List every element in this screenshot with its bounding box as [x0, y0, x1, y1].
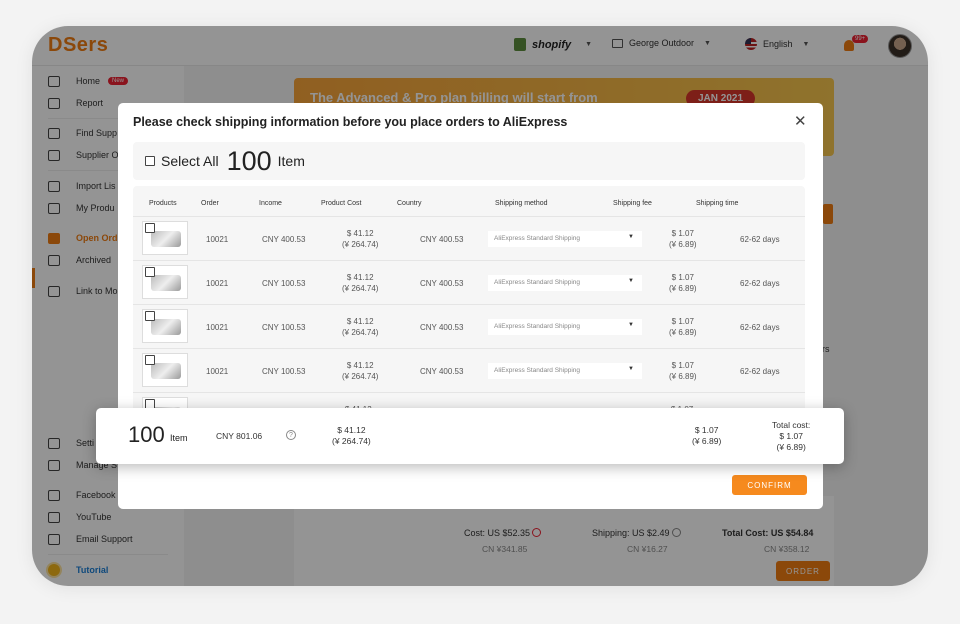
table-row: 10021 CNY 100.53 $ 41.12 (¥ 264.74) CNY 4… [133, 348, 805, 392]
order-number: 10021 [206, 235, 229, 244]
help-icon[interactable]: ? [286, 430, 296, 440]
shipping-fee: $ 1.07 (¥ 6.89) [669, 273, 697, 293]
select-all-unit: Item [277, 153, 305, 169]
chevron-down-icon: ▼ [628, 322, 634, 328]
income: CNY 100.53 [262, 323, 306, 332]
summary-shipping-fee: $ 1.07 (¥ 6.89) [692, 425, 722, 446]
shipping-method-select[interactable]: AliExpress Standard Shipping ▼ [488, 231, 642, 247]
column-header-shipping-fee: Shipping fee [613, 200, 652, 207]
order-number: 10021 [206, 323, 229, 332]
shipping-time: 62-62 days [740, 279, 780, 288]
shipping-method-select[interactable]: AliExpress Standard Shipping ▼ [488, 275, 642, 291]
table-row: 10021 CNY 100.53 $ 41.12 (¥ 264.74) CNY 4… [133, 260, 805, 304]
order-summary-bar: 100 Item CNY 801.06 ? $ 41.12 (¥ 264.74) … [96, 408, 844, 464]
column-header-product-cost: Product Cost [321, 200, 362, 207]
row-checkbox[interactable] [145, 311, 155, 321]
column-header-products: Products [149, 200, 177, 207]
select-all-count: 100 [226, 145, 272, 176]
shipping-fee: $ 1.07 (¥ 6.89) [669, 229, 697, 249]
chevron-down-icon: ▼ [628, 234, 634, 240]
order-number: 10021 [206, 367, 229, 376]
app-window: DSers shopify ▼ George Outdoor ▼ English… [32, 26, 928, 586]
shipping-time: 62-62 days [740, 323, 780, 332]
summary-income: CNY 801.06 [216, 431, 263, 441]
product-cost: $ 41.12 (¥ 264.74) [342, 361, 379, 381]
orders-table: Products Order Income Product Cost Count… [133, 186, 805, 436]
row-checkbox[interactable] [145, 267, 155, 277]
select-all-bar: Select All 100 Item [133, 142, 805, 180]
country: CNY 400.53 [420, 323, 464, 332]
country: CNY 400.53 [420, 367, 464, 376]
shipping-fee: $ 1.07 (¥ 6.89) [669, 317, 697, 337]
income: CNY 400.53 [262, 235, 306, 244]
row-checkbox[interactable] [145, 355, 155, 365]
column-header-income: Income [259, 200, 282, 207]
income: CNY 100.53 [262, 367, 306, 376]
order-number: 10021 [206, 279, 229, 288]
table-row: 10021 CNY 100.53 $ 41.12 (¥ 264.74) CNY 4… [133, 304, 805, 348]
table-row: 10021 CNY 400.53 $ 41.12 (¥ 264.74) CNY 4… [133, 216, 805, 260]
country: CNY 400.53 [420, 235, 464, 244]
row-checkbox[interactable] [145, 223, 155, 233]
shipping-time: 62-62 days [740, 367, 780, 376]
country: CNY 400.53 [420, 279, 464, 288]
product-cost: $ 41.12 (¥ 264.74) [342, 317, 379, 337]
product-cost: $ 41.12 (¥ 264.74) [342, 229, 379, 249]
income: CNY 100.53 [262, 279, 306, 288]
summary-product-cost: $ 41.12 (¥ 264.74) [332, 425, 371, 446]
column-header-shipping-method: Shipping method [495, 200, 548, 207]
modal-title: Please check shipping information before… [133, 115, 568, 129]
shipping-fee: $ 1.07 (¥ 6.89) [669, 361, 697, 381]
column-header-shipping-time: Shipping time [696, 200, 739, 207]
select-all-checkbox[interactable] [145, 156, 155, 166]
column-header-country: Country [397, 200, 422, 207]
summary-unit: Item [170, 433, 188, 443]
summary-count: 100 [128, 422, 165, 447]
select-all-label: Select All [161, 153, 219, 169]
shipping-time: 62-62 days [740, 235, 780, 244]
product-cost: $ 41.12 (¥ 264.74) [342, 273, 379, 293]
chevron-down-icon: ▼ [628, 366, 634, 372]
summary-total-cost: Total cost: $ 1.07 (¥ 6.89) [772, 420, 811, 452]
confirm-button[interactable]: CONFIRM [732, 475, 807, 495]
close-icon[interactable]: ✕ [794, 112, 807, 130]
shipping-method-select[interactable]: AliExpress Standard Shipping ▼ [488, 319, 642, 335]
shipping-method-select[interactable]: AliExpress Standard Shipping ▼ [488, 363, 642, 379]
chevron-down-icon: ▼ [628, 278, 634, 284]
column-header-order: Order [201, 200, 219, 207]
